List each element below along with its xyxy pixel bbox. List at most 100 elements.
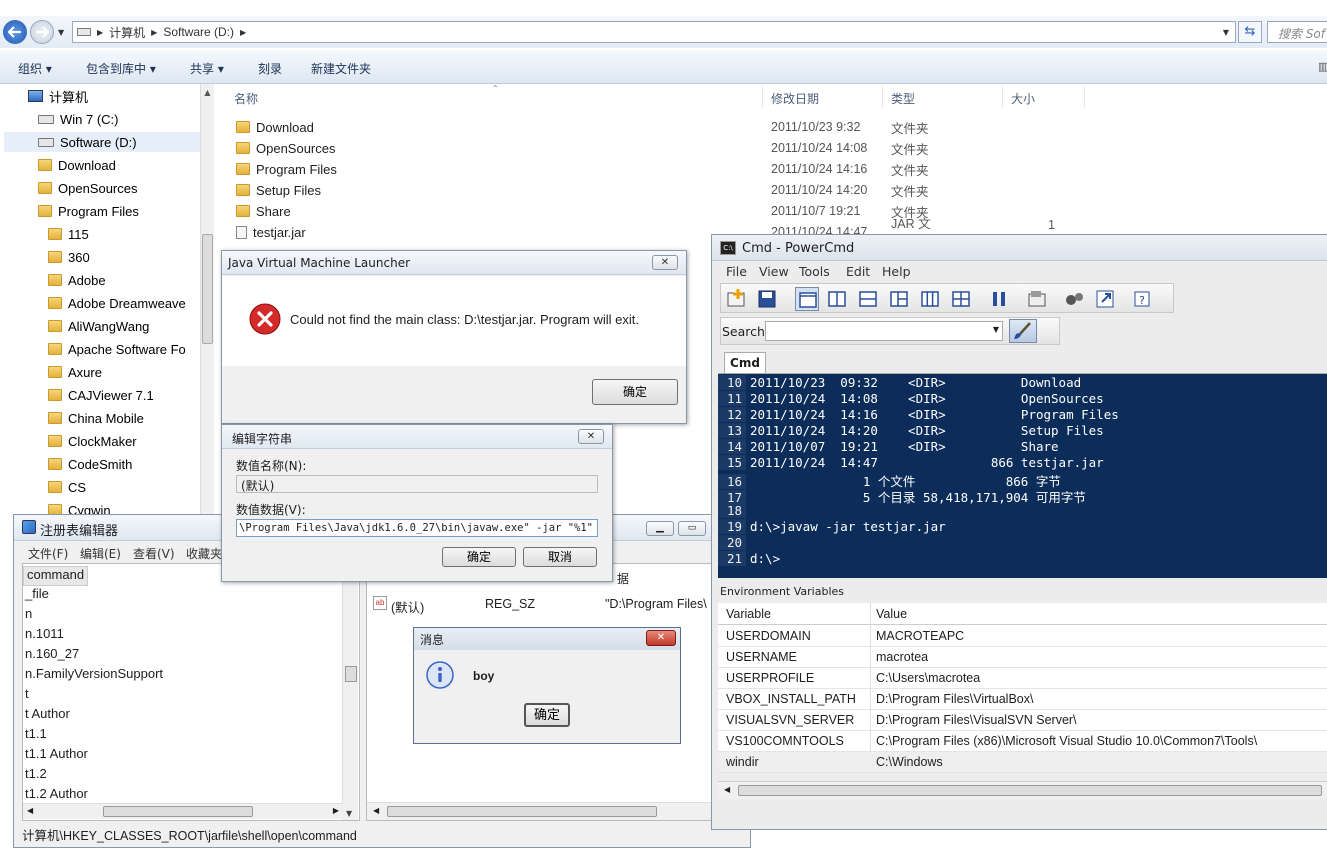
file-row[interactable]: Share 2011/10/7 19:21 文件夹 bbox=[236, 201, 936, 221]
column-header-data[interactable]: 据 bbox=[617, 570, 629, 587]
file-row[interactable]: Program Files 2011/10/24 14:16 文件夹 bbox=[236, 159, 936, 179]
column-header-name[interactable]: 名称 bbox=[234, 90, 258, 107]
new-tab-icon[interactable] bbox=[725, 287, 749, 311]
edit-string-cancel-button[interactable]: 取消 bbox=[523, 547, 597, 567]
menu-view[interactable]: View bbox=[759, 264, 789, 279]
nav-item[interactable]: 计算机 bbox=[28, 86, 196, 106]
nav-item[interactable]: ClockMaker bbox=[48, 431, 196, 451]
settings-icon[interactable] bbox=[1062, 287, 1086, 311]
list-hscroll[interactable]: ◀ bbox=[367, 802, 745, 820]
menu-file[interactable]: 文件(F) bbox=[28, 545, 68, 562]
registry-key[interactable]: n.160_27 bbox=[23, 646, 79, 666]
registry-key[interactable]: n.FamilyVersionSupport bbox=[23, 666, 163, 686]
column-header-type[interactable]: 类型 bbox=[891, 90, 915, 107]
env-hscroll[interactable]: ◀ bbox=[718, 781, 1327, 799]
registry-key[interactable]: n.1011 bbox=[23, 626, 64, 646]
organize-menu[interactable]: 组织 ▾ bbox=[18, 60, 52, 77]
registry-key[interactable]: t bbox=[23, 686, 29, 706]
scroll-down-icon[interactable]: ▼ bbox=[346, 809, 352, 818]
close-button[interactable]: ✕ bbox=[578, 429, 604, 444]
split-left-icon[interactable] bbox=[887, 287, 911, 311]
single-pane-icon[interactable] bbox=[795, 287, 819, 311]
nav-item[interactable]: 115 bbox=[48, 224, 196, 244]
column-header-value[interactable]: Value bbox=[876, 607, 907, 621]
forward-button[interactable] bbox=[30, 20, 54, 44]
address-field[interactable]: ▶ 计算机 ▶ Software (D:) ▶ ▼ bbox=[72, 21, 1236, 43]
menu-file[interactable]: File bbox=[726, 264, 747, 279]
pause-icon[interactable] bbox=[987, 287, 1011, 311]
console-output[interactable]: 10 2011/10/23 09:32 <DIR> Download 11 2011/… bbox=[718, 374, 1327, 578]
env-row[interactable]: USERNAME macrotea bbox=[718, 647, 1327, 668]
registry-key[interactable]: command bbox=[23, 566, 89, 586]
nav-item[interactable]: CodeSmith bbox=[48, 454, 196, 474]
registry-key[interactable]: n bbox=[23, 606, 32, 626]
cmd-tab[interactable]: Cmd bbox=[724, 352, 766, 374]
registry-key[interactable]: t1.1 bbox=[23, 726, 47, 746]
help-icon[interactable]: ? bbox=[1130, 287, 1154, 311]
nav-item[interactable]: Adobe Dreamweave bbox=[48, 293, 196, 313]
breadcrumb-software-d[interactable]: Software (D:) bbox=[157, 25, 240, 39]
nav-item[interactable]: Download bbox=[38, 155, 196, 175]
nav-item[interactable]: CS bbox=[48, 477, 196, 497]
tree-hscroll[interactable]: ◀ ▶ bbox=[23, 803, 343, 819]
nav-item[interactable]: Apache Software Fo bbox=[48, 339, 196, 359]
env-row[interactable]: VBOX_INSTALL_PATH D:\Program Files\Virtua… bbox=[718, 689, 1327, 710]
menu-favorites[interactable]: 收藏夹 bbox=[186, 545, 222, 562]
four-pane-icon[interactable] bbox=[949, 287, 973, 311]
external-window-icon[interactable] bbox=[1093, 287, 1117, 311]
registry-key[interactable]: t1.1 Author bbox=[23, 746, 88, 766]
registry-key[interactable]: t Author bbox=[23, 706, 70, 726]
scroll-right-icon[interactable]: ▶ bbox=[333, 806, 339, 815]
file-row[interactable]: OpenSources 2011/10/24 14:08 文件夹 bbox=[236, 138, 936, 158]
split-vertical-icon[interactable] bbox=[825, 287, 849, 311]
share-menu[interactable]: 共享 ▾ bbox=[190, 60, 224, 77]
nav-item[interactable]: Program Files bbox=[38, 201, 196, 221]
scroll-thumb[interactable] bbox=[103, 806, 253, 817]
nav-item[interactable]: 360 bbox=[48, 247, 196, 267]
registry-key[interactable]: t1.2 bbox=[23, 766, 47, 786]
scroll-left-icon[interactable]: ◀ bbox=[373, 806, 379, 815]
menu-view[interactable]: 查看(V) bbox=[133, 545, 175, 562]
file-row[interactable]: Setup Files 2011/10/24 14:20 文件夹 bbox=[236, 180, 936, 200]
scroll-thumb[interactable] bbox=[345, 666, 357, 682]
file-row[interactable]: Download 2011/10/23 9:32 文件夹 bbox=[236, 117, 936, 137]
menu-edit[interactable]: 编辑(E) bbox=[80, 545, 121, 562]
env-row[interactable]: VISUALSVN_SERVER D:\Program Files\VisualS… bbox=[718, 710, 1327, 731]
nav-item[interactable]: Win 7 (C:) bbox=[38, 109, 196, 129]
column-header-variable[interactable]: Variable bbox=[726, 607, 771, 621]
nav-item[interactable]: CAJViewer 7.1 bbox=[48, 385, 196, 405]
split-horizontal-icon[interactable] bbox=[856, 287, 880, 311]
close-button[interactable]: ✕ bbox=[652, 255, 678, 270]
search-input[interactable]: 搜索 Sof bbox=[1267, 21, 1327, 43]
navigation-scrollbar[interactable]: ▲ bbox=[200, 84, 214, 514]
save-icon[interactable] bbox=[755, 287, 779, 311]
history-dropdown-icon[interactable]: ▼ bbox=[58, 28, 64, 37]
message-ok-button[interactable]: 确定 bbox=[524, 703, 570, 727]
new-folder-button[interactable]: 新建文件夹 bbox=[311, 60, 371, 77]
jvm-ok-button[interactable]: 确定 bbox=[592, 379, 678, 405]
value-row-default[interactable]: ab (默认) REG_SZ "D:\Program Files\ bbox=[367, 594, 745, 615]
value-data-input[interactable]: \Program Files\Java\jdk1.6.0_27\bin\java… bbox=[236, 519, 598, 537]
maximize-button[interactable]: ▭ bbox=[678, 521, 706, 536]
address-dropdown-icon[interactable]: ▼ bbox=[1223, 28, 1229, 37]
search-combo[interactable]: ▼ bbox=[765, 321, 1003, 341]
edit-string-ok-button[interactable]: 确定 bbox=[442, 547, 516, 567]
menu-tools[interactable]: Tools bbox=[799, 264, 830, 279]
include-in-library-menu[interactable]: 包含到库中 ▾ bbox=[86, 60, 156, 77]
column-header-size[interactable]: 大小 bbox=[1011, 90, 1035, 107]
close-button[interactable]: ✕ bbox=[646, 630, 676, 646]
scroll-left-icon[interactable]: ◀ bbox=[27, 806, 33, 815]
registry-key[interactable]: _file bbox=[23, 586, 49, 606]
three-pane-icon[interactable] bbox=[918, 287, 942, 311]
tree-vscroll[interactable]: ▼ bbox=[342, 564, 358, 820]
nav-item[interactable]: AliWangWang bbox=[48, 316, 196, 336]
bookmark-icon[interactable] bbox=[1025, 287, 1049, 311]
nav-item[interactable]: Axure bbox=[48, 362, 196, 382]
scroll-thumb[interactable] bbox=[202, 234, 213, 344]
breadcrumb-computer[interactable]: 计算机 bbox=[103, 24, 151, 41]
env-row[interactable]: VS100COMNTOOLS C:\Program Files (x86)\Mic… bbox=[718, 731, 1327, 752]
menu-help[interactable]: Help bbox=[882, 264, 911, 279]
view-options-icon[interactable]: ▥ bbox=[1318, 60, 1327, 73]
scroll-left-icon[interactable]: ◀ bbox=[724, 785, 730, 794]
menu-edit[interactable]: Edit bbox=[846, 264, 870, 279]
